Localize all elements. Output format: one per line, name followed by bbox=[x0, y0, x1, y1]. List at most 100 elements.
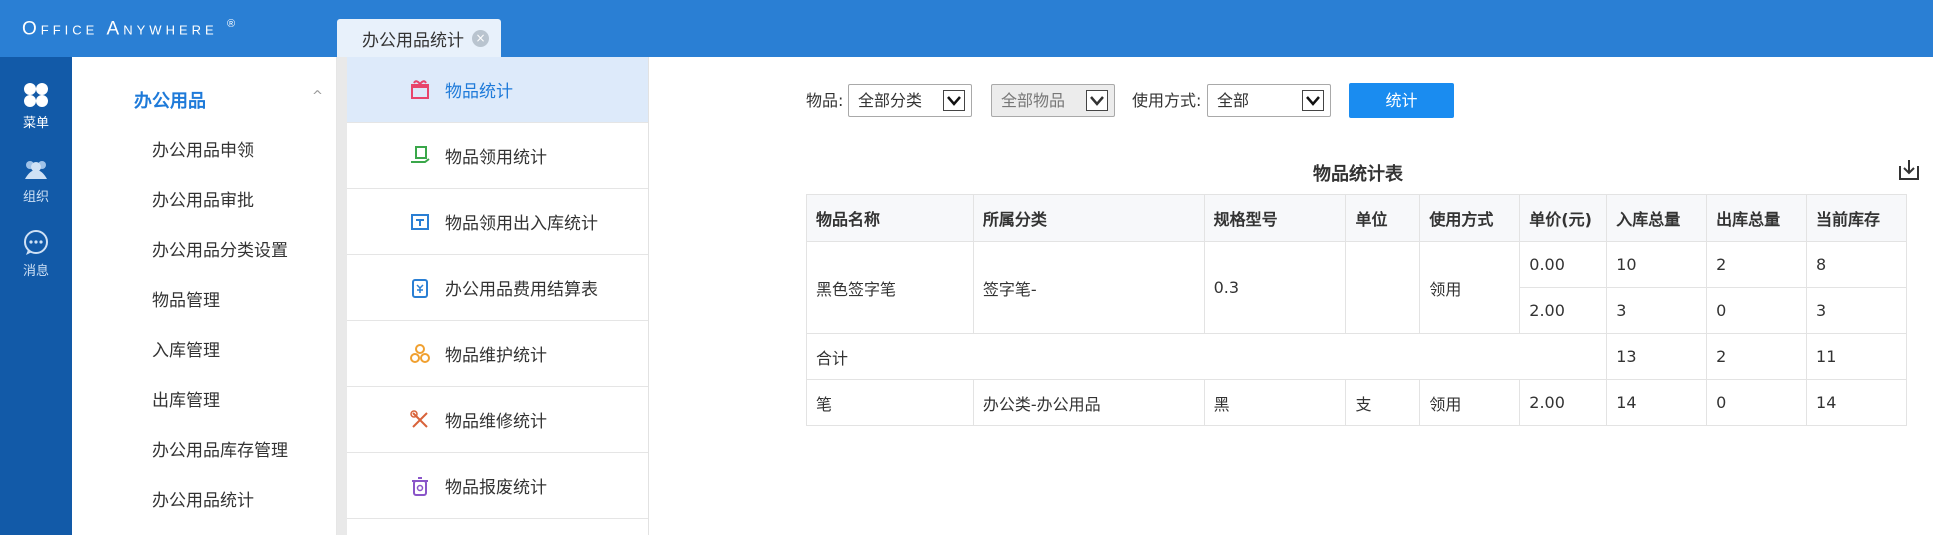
table-title: 物品统计表 bbox=[1313, 164, 1403, 185]
submenu-item-label: 物品领用出入库统计 bbox=[445, 214, 598, 234]
category-select-value: 全部分类 bbox=[858, 91, 923, 110]
cell-in: 14 bbox=[1606, 379, 1708, 426]
col-header: 使用方式 bbox=[1419, 194, 1521, 242]
col-header: 所属分类 bbox=[972, 194, 1205, 242]
submenu-item-label: 物品领用统计 bbox=[445, 148, 547, 168]
statistics-submenu: 物品统计 物品领用统计 物品领用出入库统计 办公用品费用结算表 物品维护统计 物… bbox=[347, 57, 649, 535]
menu-item-stock-in[interactable]: 入库管理 bbox=[152, 336, 220, 361]
gift-icon bbox=[411, 79, 429, 99]
usage-select-value: 全部 bbox=[1217, 91, 1250, 110]
circles-icon bbox=[410, 343, 430, 363]
item-select[interactable]: 全部物品 bbox=[991, 84, 1115, 117]
chevron-down-icon bbox=[943, 90, 965, 111]
col-header: 物品名称 bbox=[806, 194, 974, 242]
download-icon[interactable] bbox=[1897, 158, 1921, 182]
clipboard-icon bbox=[412, 278, 428, 298]
submenu-item-scrap-stats[interactable]: 物品报废统计 bbox=[347, 453, 648, 519]
submenu-item-stats[interactable]: 物品统计 bbox=[347, 57, 648, 123]
trash-icon bbox=[412, 476, 428, 496]
tools-icon bbox=[410, 409, 428, 428]
sidebar-item-menu[interactable]: 菜单 bbox=[0, 81, 72, 131]
cell-unit: 支 bbox=[1345, 379, 1421, 426]
box-icon bbox=[411, 213, 429, 230]
submenu-item-usage-stats[interactable]: 物品领用统计 bbox=[347, 123, 648, 189]
table-subtotal-row: 合计 13 2 11 bbox=[805, 333, 1907, 380]
cell-subtotal-label: 合计 bbox=[805, 333, 1608, 380]
run-statistics-button[interactable]: 统计 bbox=[1349, 83, 1454, 118]
usage-filter-label: 使用方式: bbox=[1132, 91, 1202, 110]
chevron-down-icon bbox=[1302, 90, 1324, 111]
col-header: 规格型号 bbox=[1203, 194, 1347, 242]
col-header: 单位 bbox=[1345, 194, 1421, 242]
submenu-item-label: 物品统计 bbox=[445, 82, 513, 102]
cell-spec: 0.3 bbox=[1203, 241, 1347, 334]
cell-stock: 14 bbox=[1806, 379, 1907, 426]
usage-select[interactable]: 全部 bbox=[1207, 84, 1331, 117]
sidebar-item-org[interactable]: 组织 bbox=[0, 155, 72, 205]
cell-stock: 8 bbox=[1806, 241, 1907, 288]
users-icon bbox=[25, 161, 47, 179]
close-icon[interactable]: × bbox=[472, 29, 489, 47]
cell-out: 0 bbox=[1706, 287, 1808, 334]
menu-item-category-settings[interactable]: 办公用品分类设置 bbox=[152, 236, 288, 261]
sidebar-item-label: 菜单 bbox=[22, 116, 49, 131]
item-filter-label: 物品: bbox=[806, 91, 844, 110]
sidebar-item-messages[interactable]: 消息 bbox=[0, 229, 72, 279]
cell-out: 0 bbox=[1706, 379, 1808, 426]
chat-icon bbox=[24, 230, 48, 255]
cell-price: 2.00 bbox=[1519, 379, 1608, 426]
tab-label: 办公用品统计 bbox=[362, 30, 464, 51]
cell-stock: 3 bbox=[1806, 287, 1907, 334]
cell-price: 0.00 bbox=[1519, 241, 1608, 288]
cell-stock: 11 bbox=[1806, 333, 1907, 380]
content-area: 物品: 全部分类 全部物品 使用方式: 全部 统计 物品统计表 物品名称 所属分 bbox=[650, 57, 1933, 535]
menu-item-approve[interactable]: 办公用品审批 bbox=[152, 186, 254, 211]
submenu-item-inout-stats[interactable]: 物品领用出入库统计 bbox=[347, 189, 648, 255]
menu-group-office-supplies[interactable]: 办公用品 bbox=[134, 87, 206, 113]
cell-category: 签字笔- bbox=[972, 241, 1205, 334]
category-select[interactable]: 全部分类 bbox=[848, 84, 972, 117]
submenu-item-label: 办公用品费用结算表 bbox=[445, 280, 598, 300]
module-menu: 办公用品 ^ 办公用品申领 办公用品审批 办公用品分类设置 物品管理 入库管理 … bbox=[72, 57, 337, 535]
statistics-table: 物品名称 所属分类 规格型号 单位 使用方式 单价(元) 入库总量 出库总量 当… bbox=[805, 194, 1907, 426]
submenu-item-maintenance-stats[interactable]: 物品维护统计 bbox=[347, 321, 648, 387]
sidebar-item-label: 组织 bbox=[22, 190, 49, 205]
col-header: 入库总量 bbox=[1606, 194, 1708, 242]
cell-in: 13 bbox=[1606, 333, 1708, 380]
menu-scrollbar[interactable] bbox=[337, 57, 347, 535]
sidebar-item-label: 消息 bbox=[22, 264, 49, 279]
top-bar: Office Anywhere ® 办公用品统计 × bbox=[0, 0, 1933, 57]
cell-name: 黑色签字笔 bbox=[806, 241, 974, 334]
menu-item-statistics[interactable]: 办公用品统计 bbox=[152, 486, 254, 511]
cell-in: 3 bbox=[1606, 287, 1708, 334]
col-header: 单价(元) bbox=[1519, 194, 1608, 242]
cell-spec: 黑 bbox=[1203, 379, 1347, 426]
menu-item-stock-out[interactable]: 出库管理 bbox=[152, 386, 220, 411]
cell-category: 办公类-办公用品 bbox=[972, 379, 1205, 426]
table-row: 黑色签字笔 签字笔- 0.3 领用 0.00 10 2 8 bbox=[806, 241, 1907, 334]
menu-item-inventory[interactable]: 办公用品库存管理 bbox=[152, 436, 288, 461]
submenu-item-label: 物品维护统计 bbox=[445, 346, 547, 366]
cell-out: 2 bbox=[1706, 241, 1808, 288]
tab-office-supplies-stats[interactable]: 办公用品统计 × bbox=[337, 19, 501, 57]
table-row: 笔 办公类-办公用品 黑 支 领用 2.00 14 0 14 bbox=[806, 379, 1907, 426]
col-header: 当前库存 bbox=[1806, 194, 1907, 242]
submenu-item-expense-report[interactable]: 办公用品费用结算表 bbox=[347, 255, 648, 321]
submenu-item-label: 物品维修统计 bbox=[445, 412, 547, 432]
item-select-value: 全部物品 bbox=[1001, 91, 1066, 110]
app-logo: Office Anywhere ® bbox=[22, 18, 236, 40]
submenu-item-label: 物品报废统计 bbox=[445, 478, 547, 498]
cell-out: 2 bbox=[1706, 333, 1808, 380]
table-header-row: 物品名称 所属分类 规格型号 单位 使用方式 单价(元) 入库总量 出库总量 当… bbox=[806, 194, 1907, 242]
chevron-down-icon bbox=[1086, 90, 1108, 111]
cell-name: 笔 bbox=[806, 379, 974, 426]
cell-price: 2.00 bbox=[1519, 287, 1608, 334]
menu-item-item-management[interactable]: 物品管理 bbox=[152, 286, 220, 311]
submenu-item-repair-stats[interactable]: 物品维修统计 bbox=[347, 387, 648, 453]
cell-usage: 领用 bbox=[1419, 379, 1521, 426]
menu-item-apply[interactable]: 办公用品申领 bbox=[152, 136, 254, 161]
grid-icon bbox=[24, 83, 48, 107]
cell-in: 10 bbox=[1606, 241, 1708, 288]
hand-icon bbox=[411, 145, 430, 163]
chevron-up-icon[interactable]: ^ bbox=[312, 89, 323, 104]
